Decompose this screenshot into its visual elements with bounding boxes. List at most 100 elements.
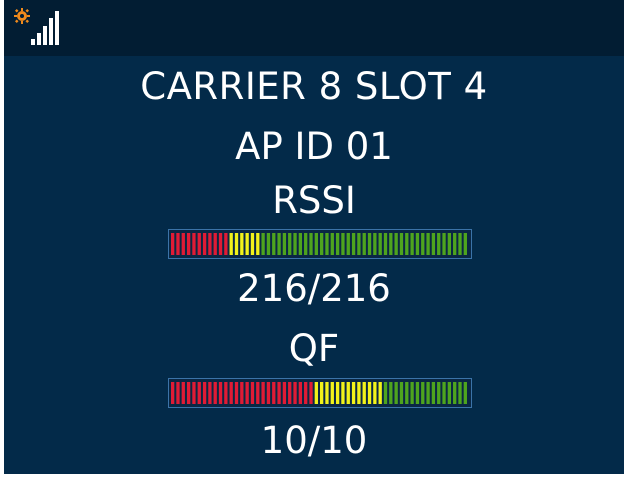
rssi-meter-segment — [437, 233, 441, 255]
rssi-meter-segment — [240, 233, 244, 255]
rssi-meter-segment — [378, 233, 382, 255]
rssi-meter-segment — [245, 233, 249, 255]
qf-meter-segment — [266, 382, 271, 404]
qf-meter-segment — [176, 382, 180, 404]
rssi-meter-segment — [346, 233, 350, 255]
rssi-meter-segment — [447, 233, 452, 255]
rssi-meter-segment — [373, 233, 377, 255]
qf-meter-segment — [325, 382, 329, 404]
qf-meter-segment — [181, 382, 185, 404]
qf-meter-segment — [208, 382, 212, 404]
qf-meter-segment — [447, 382, 452, 404]
qf-meter-segment — [367, 382, 372, 404]
qf-meter-segment — [192, 382, 196, 404]
qf-meter-segment — [250, 382, 255, 404]
rssi-meter-segment — [389, 233, 393, 255]
rssi-meter-segment — [314, 233, 318, 255]
qf-meter-segment — [421, 382, 425, 404]
rssi-meter-segment — [442, 233, 446, 255]
rssi-meter-segment — [186, 233, 191, 255]
qf-meter-segment — [330, 382, 334, 404]
qf-meter-segment — [378, 382, 382, 404]
qf-meter-segment — [261, 382, 265, 404]
qf-meter-segment — [373, 382, 377, 404]
rssi-meter-segment — [362, 233, 366, 255]
qf-label: QF — [288, 327, 340, 370]
qf-meter-segment — [399, 382, 404, 404]
rssi-meter-segment — [202, 233, 207, 255]
device-screen: CARRIER 8 SLOT 4 AP ID 01 RSSI 216/216 Q… — [4, 0, 624, 474]
rssi-meter-segment — [176, 233, 180, 255]
rssi-meter-segment — [282, 233, 287, 255]
rssi-meter-segment — [357, 233, 361, 255]
qf-meter-segment — [383, 382, 388, 404]
qf-meter-segment — [437, 382, 441, 404]
qf-meter-segment — [389, 382, 393, 404]
qf-meter-segment — [256, 382, 260, 404]
rssi-meter-segment — [320, 233, 324, 255]
rssi-meter-segment — [309, 233, 313, 255]
rssi-meter-segment — [351, 233, 356, 255]
qf-meter-segment — [405, 382, 409, 404]
qf-meter-segment — [463, 382, 467, 404]
qf-meter — [168, 378, 472, 408]
rssi-meter-segment — [304, 233, 308, 255]
qf-meter-segment — [202, 382, 207, 404]
rssi-meter-segment — [261, 233, 265, 255]
qf-meter-segment — [245, 382, 249, 404]
qf-meter-segment — [213, 382, 217, 404]
rssi-meter-segment — [394, 233, 398, 255]
rssi-label: RSSI — [272, 179, 356, 222]
qf-meter-segment — [458, 382, 462, 404]
rssi-meter — [168, 229, 472, 259]
carrier-slot-title: CARRIER 8 SLOT 4 — [140, 65, 488, 108]
qf-meter-segment — [309, 382, 313, 404]
qf-meter-bars — [171, 382, 467, 404]
rssi-meter-segment — [399, 233, 404, 255]
rssi-meter-segment — [431, 233, 436, 255]
rssi-meter-segment — [266, 233, 271, 255]
rssi-meter-segment — [405, 233, 409, 255]
qf-meter-segment — [320, 382, 324, 404]
rssi-meter-segment — [288, 233, 292, 255]
qf-meter-segment — [335, 382, 340, 404]
qf-meter-segment — [453, 382, 457, 404]
qf-meter-segment — [341, 382, 345, 404]
rssi-meter-segment — [250, 233, 255, 255]
qf-meter-segment — [186, 382, 191, 404]
qf-meter-segment — [351, 382, 356, 404]
qf-meter-segment — [229, 382, 233, 404]
rssi-meter-segment — [218, 233, 223, 255]
rssi-meter-segment — [293, 233, 297, 255]
rssi-meter-segment — [298, 233, 303, 255]
rssi-meter-segment — [234, 233, 239, 255]
rssi-meter-segment — [171, 233, 175, 255]
rssi-meter-segment — [192, 233, 196, 255]
qf-meter-segment — [282, 382, 287, 404]
qf-meter-segment — [426, 382, 430, 404]
qf-meter-segment — [394, 382, 398, 404]
rssi-meter-segment — [229, 233, 233, 255]
rssi-meter-segment — [277, 233, 281, 255]
rssi-meter-segment — [272, 233, 276, 255]
rssi-meter-segment — [426, 233, 430, 255]
qf-meter-segment — [298, 382, 303, 404]
rssi-meter-segment — [335, 233, 340, 255]
rssi-meter-segment — [181, 233, 185, 255]
qf-meter-segment — [431, 382, 436, 404]
qf-meter-segment — [304, 382, 308, 404]
rssi-meter-segment — [213, 233, 217, 255]
qf-meter-segment — [288, 382, 292, 404]
rssi-meter-segment — [330, 233, 334, 255]
signal-status-icon — [14, 8, 59, 45]
rssi-meter-segment — [383, 233, 388, 255]
rssi-meter-segment — [458, 233, 462, 255]
qf-meter-segment — [224, 382, 228, 404]
signal-strength-icon — [31, 11, 59, 45]
qf-meter-segment — [357, 382, 361, 404]
qf-meter-segment — [171, 382, 175, 404]
rssi-meter-segment — [325, 233, 329, 255]
ap-id-label: AP ID 01 — [235, 125, 393, 168]
rssi-meter-segment — [197, 233, 201, 255]
rssi-meter-bars — [171, 233, 467, 255]
